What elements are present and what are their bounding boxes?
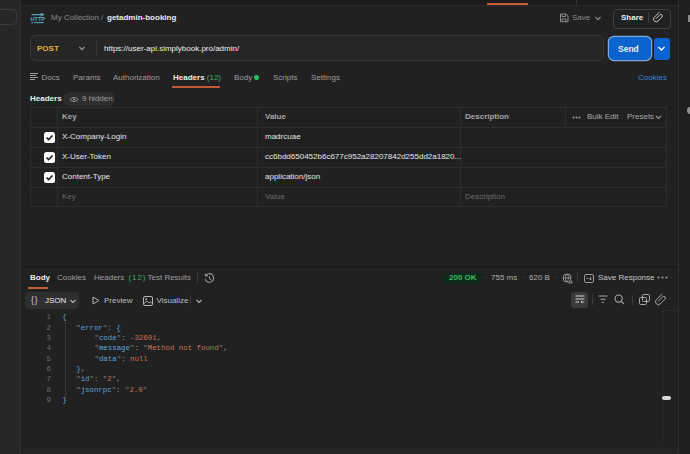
svg-text:HTTP: HTTP (30, 16, 45, 22)
